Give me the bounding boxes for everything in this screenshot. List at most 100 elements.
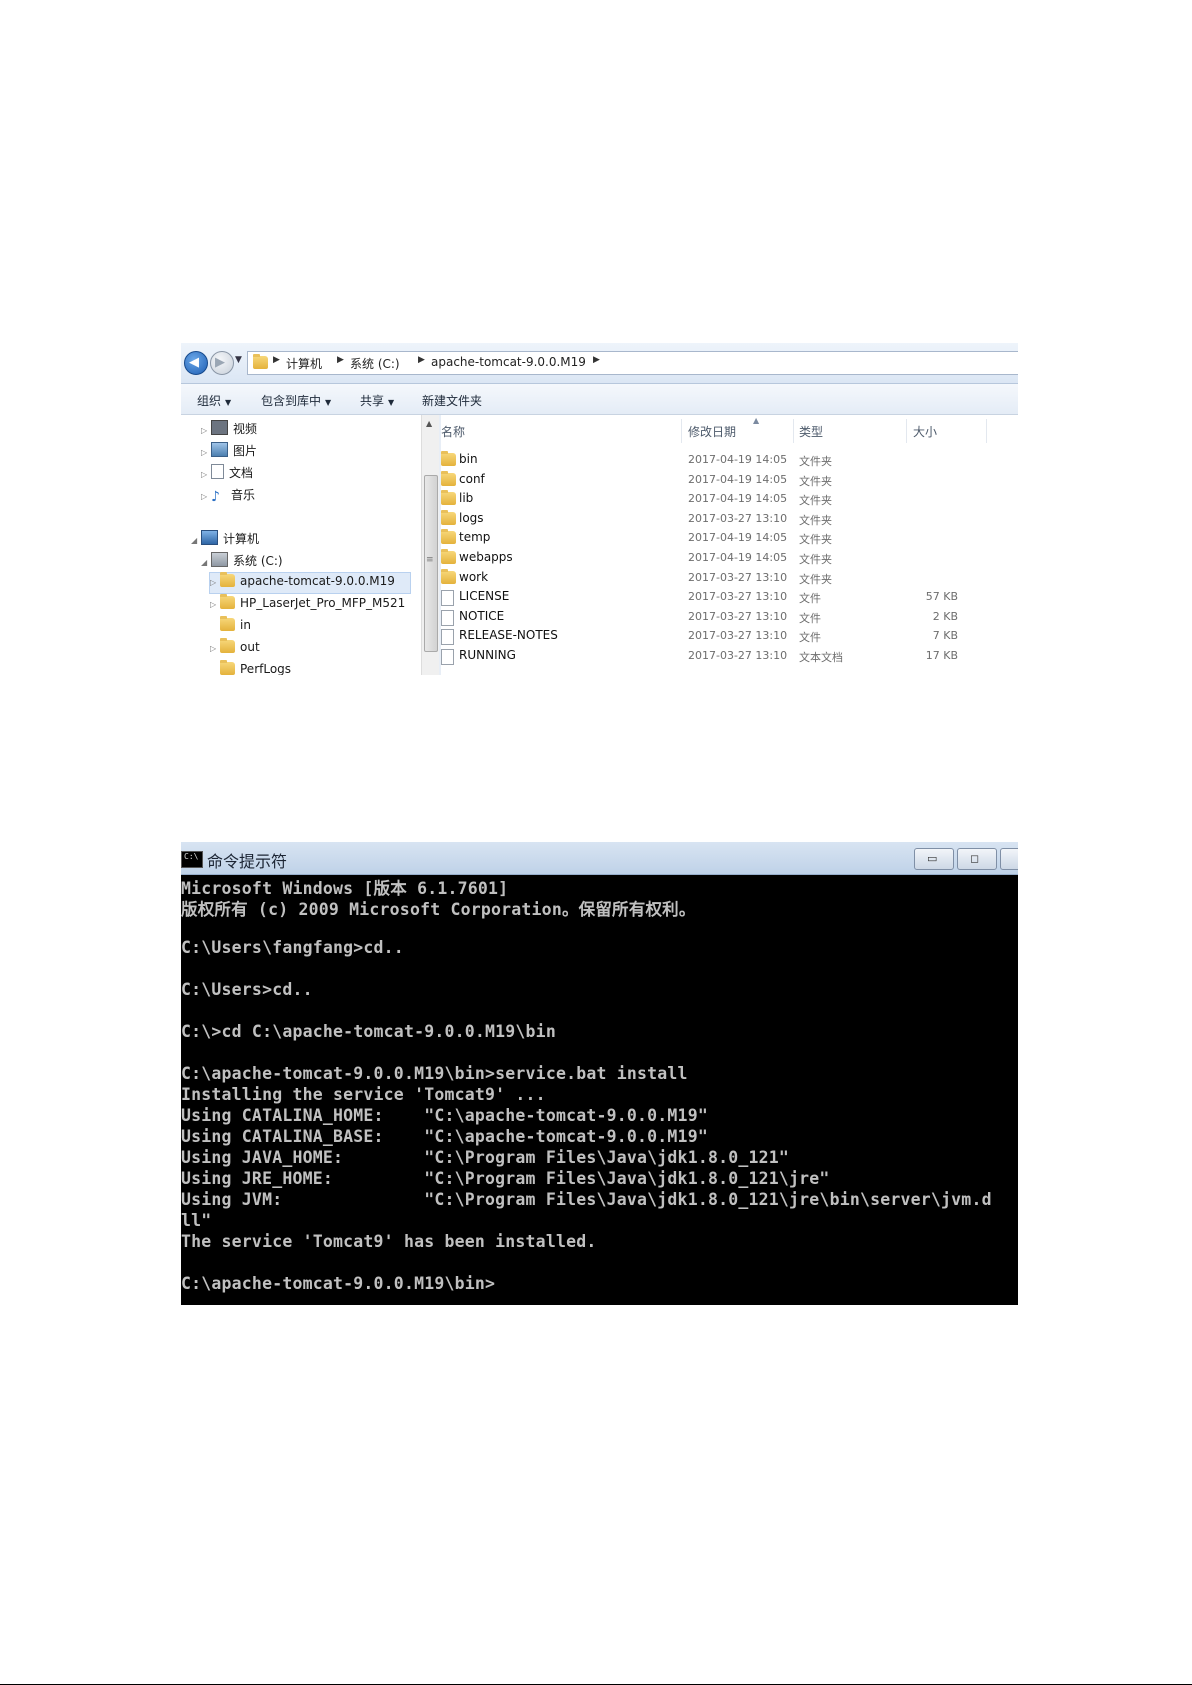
console-line: C:\apache-tomcat-9.0.0.M19\bin>service.b… bbox=[181, 1064, 688, 1083]
close-button[interactable] bbox=[1000, 848, 1018, 870]
file-modified: 2017-04-19 14:05 bbox=[688, 551, 788, 564]
file-type: 文本文档 bbox=[799, 651, 843, 664]
folder-icon bbox=[441, 490, 456, 506]
folder-icon bbox=[441, 529, 456, 545]
file-row[interactable]: work 2017-03-27 13:10 文件夹 bbox=[441, 568, 1018, 587]
tree-label: 音乐 bbox=[231, 488, 256, 502]
tree-label: 视频 bbox=[233, 422, 258, 436]
tree-item-out[interactable]: ▷ out bbox=[210, 638, 260, 654]
folder-icon bbox=[441, 470, 456, 486]
breadcrumb-separator-icon[interactable]: ▶ bbox=[418, 355, 425, 365]
breadcrumb-separator-icon[interactable]: ▶ bbox=[337, 355, 344, 365]
documents-icon bbox=[211, 464, 224, 479]
file-name: lib bbox=[459, 491, 474, 506]
console-line: Using CATALINA_BASE: "C:\apache-tomcat-9… bbox=[181, 1127, 708, 1146]
file-name: conf bbox=[459, 471, 485, 486]
scroll-grip-icon: ≡ bbox=[426, 555, 434, 565]
file-name: LICENSE bbox=[459, 589, 510, 604]
file-row[interactable]: logs 2017-03-27 13:10 文件夹 bbox=[441, 509, 1018, 528]
tree-item-computer[interactable]: ◢ 计算机 bbox=[191, 530, 259, 547]
file-modified: 2017-03-27 13:10 bbox=[688, 649, 788, 662]
file-row[interactable]: conf 2017-04-19 14:05 文件夹 bbox=[441, 470, 1018, 489]
recent-pages-dropdown-icon[interactable]: ▼ bbox=[235, 355, 242, 365]
collapse-icon[interactable]: ◢ bbox=[201, 558, 211, 567]
file-type: 文件 bbox=[799, 592, 821, 606]
maximize-icon: ◻ bbox=[970, 852, 980, 865]
expand-icon[interactable]: ▷ bbox=[201, 448, 211, 457]
breadcrumb-folder[interactable]: apache-tomcat-9.0.0.M19 bbox=[431, 355, 586, 369]
address-box[interactable]: ▶ 计算机 ▶ 系统 (C:) ▶ apache-tomcat-9.0.0.M1… bbox=[247, 351, 1018, 375]
maximize-button[interactable]: ◻ bbox=[957, 848, 997, 870]
column-separator[interactable] bbox=[986, 419, 987, 443]
console-line: C:\>cd C:\apache-tomcat-9.0.0.M19\bin bbox=[181, 1022, 556, 1041]
file-modified: 2017-04-19 14:05 bbox=[688, 531, 788, 545]
cmd-title-bar[interactable]: C:\ 命令提示符 ▭ ◻ bbox=[181, 842, 1018, 875]
include-in-library-label: 包含到库中 bbox=[261, 394, 322, 408]
file-row[interactable]: bin 2017-04-19 14:05 文件夹 bbox=[441, 450, 1018, 469]
cmd-console-output[interactable]: Microsoft Windows [版本 6.1.7601] 版权所有 (c) … bbox=[181, 875, 1018, 1305]
file-type: 文件夹 bbox=[799, 455, 832, 468]
expand-icon[interactable]: ▷ bbox=[210, 578, 220, 587]
tree-label: 系统 (C:) bbox=[233, 554, 283, 568]
tree-item-perflogs[interactable]: PerfLogs bbox=[210, 660, 292, 675]
command-prompt-window: C:\ 命令提示符 ▭ ◻ Microsoft Windows [版本 6.1.… bbox=[181, 842, 1018, 1305]
computer-icon bbox=[201, 530, 218, 545]
expand-icon[interactable]: ▷ bbox=[210, 600, 220, 609]
tree-label: PerfLogs bbox=[240, 662, 292, 675]
organize-button[interactable]: 组织 ▼ bbox=[197, 392, 231, 409]
column-header-modified[interactable]: 修改日期 bbox=[688, 423, 736, 440]
forward-button[interactable]: ▶ bbox=[210, 351, 234, 375]
breadcrumb-drive[interactable]: 系统 (C:) bbox=[350, 355, 400, 372]
tree-item-in[interactable]: in bbox=[210, 616, 251, 632]
sort-ascending-icon: ▲ bbox=[753, 416, 760, 425]
breadcrumb-separator-icon[interactable]: ▶ bbox=[593, 355, 600, 365]
file-row[interactable]: temp 2017-04-19 14:05 文件夹 bbox=[441, 528, 1018, 547]
expand-icon[interactable]: ▷ bbox=[210, 644, 220, 653]
column-header-size[interactable]: 大小 bbox=[913, 423, 937, 440]
file-row[interactable]: RUNNING 2017-03-27 13:10 文本文档 17 KB bbox=[441, 646, 1018, 665]
nav-scrollbar[interactable]: ▲ ≡ bbox=[421, 415, 439, 675]
column-header-name[interactable]: 名称 bbox=[441, 423, 465, 440]
tree-item-video[interactable]: ▷ 视频 bbox=[201, 420, 257, 437]
expand-icon[interactable]: ▷ bbox=[201, 426, 211, 435]
back-button[interactable]: ◀ bbox=[184, 351, 208, 375]
file-row[interactable]: NOTICE 2017-03-27 13:10 文件 2 KB bbox=[441, 607, 1018, 626]
minimize-button[interactable]: ▭ bbox=[914, 848, 954, 870]
tree-item-hp-laserjet[interactable]: ▷ HP_LaserJet_Pro_MFP_M521 bbox=[210, 594, 405, 610]
file-name: webapps bbox=[459, 550, 513, 564]
file-size: 17 KB bbox=[925, 649, 958, 662]
breadcrumb-separator-icon[interactable]: ▶ bbox=[273, 355, 280, 365]
file-type: 文件 bbox=[799, 631, 821, 645]
share-button[interactable]: 共享 ▼ bbox=[360, 392, 394, 409]
tree-item-drive-c[interactable]: ◢ 系统 (C:) bbox=[201, 552, 283, 569]
file-row[interactable]: RELEASE-NOTES 2017-03-27 13:10 文件 7 KB bbox=[441, 626, 1018, 646]
file-row[interactable]: webapps 2017-04-19 14:05 文件夹 bbox=[441, 548, 1018, 567]
file-type: 文件夹 bbox=[799, 553, 832, 566]
column-header-type[interactable]: 类型 bbox=[799, 423, 823, 440]
tree-item-apache-tomcat[interactable]: ▷ apache-tomcat-9.0.0.M19 bbox=[209, 572, 411, 594]
expand-icon[interactable]: ▷ bbox=[201, 470, 211, 479]
file-icon bbox=[441, 629, 454, 646]
file-type: 文件夹 bbox=[799, 572, 832, 586]
include-in-library-button[interactable]: 包含到库中 ▼ bbox=[261, 392, 331, 409]
expand-icon[interactable]: ▷ bbox=[201, 492, 211, 501]
file-row[interactable]: LICENSE 2017-03-27 13:10 文件 57 KB bbox=[441, 587, 1018, 607]
tree-item-music[interactable]: ▷ ♪ 音乐 bbox=[201, 486, 255, 504]
column-separator[interactable] bbox=[793, 419, 794, 443]
tree-item-pictures[interactable]: ▷ 图片 bbox=[201, 442, 257, 459]
cmd-icon: C:\ bbox=[181, 851, 203, 868]
collapse-icon[interactable]: ◢ bbox=[191, 536, 201, 545]
breadcrumb-computer[interactable]: 计算机 bbox=[286, 355, 322, 372]
file-name: RELEASE-NOTES bbox=[459, 628, 558, 643]
tree-label: 计算机 bbox=[223, 532, 260, 546]
scroll-up-icon[interactable]: ▲ bbox=[426, 419, 432, 428]
tree-item-documents[interactable]: ▷ 文档 bbox=[201, 464, 253, 481]
folder-icon bbox=[220, 660, 235, 675]
column-separator[interactable] bbox=[906, 419, 907, 443]
new-folder-button[interactable]: 新建文件夹 bbox=[422, 392, 482, 409]
column-separator[interactable] bbox=[681, 419, 682, 443]
file-row[interactable]: lib 2017-04-19 14:05 文件夹 bbox=[441, 489, 1018, 508]
file-name: bin bbox=[459, 452, 478, 466]
file-type: 文件夹 bbox=[799, 494, 832, 508]
file-modified: 2017-03-27 13:10 bbox=[688, 511, 788, 525]
